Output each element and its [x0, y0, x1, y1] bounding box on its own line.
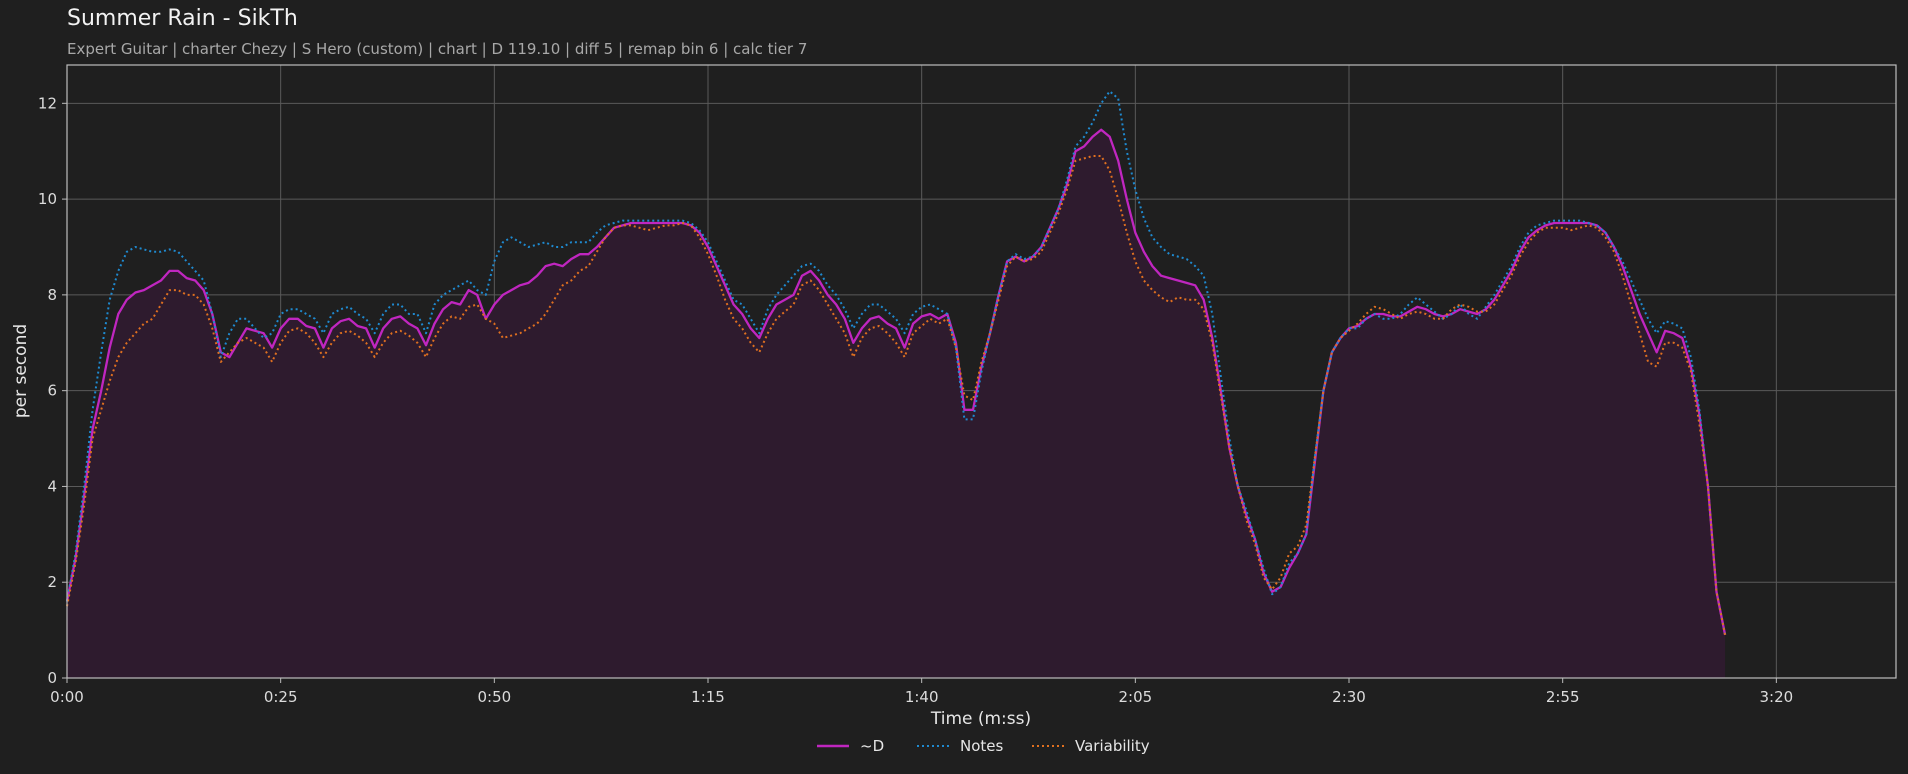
x-tick-label: 2:05 [1118, 688, 1152, 706]
x-tick-label: 1:40 [905, 688, 939, 706]
chart: 0:00 0:25 0:50 1:15 1:40 2:05 2:30 2:55 3:20 0 2 4… [11, 64, 1897, 755]
x-tick-label: 2:55 [1546, 688, 1580, 706]
legend: ~D Notes Variability [817, 737, 1150, 755]
y-tick-label: 8 [47, 286, 57, 304]
x-tick-label: 1:15 [691, 688, 725, 706]
x-tick-label: 0:25 [264, 688, 298, 706]
x-ticks: 0:00 0:25 0:50 1:15 1:40 2:05 2:30 2:55 3:20 [50, 678, 1793, 706]
x-axis-label: Time (m:ss) [930, 709, 1031, 729]
x-tick-label: 0:50 [477, 688, 511, 706]
y-axis-label: per second [11, 324, 31, 418]
legend-label: Notes [960, 737, 1004, 755]
x-tick-label: 3:20 [1760, 688, 1794, 706]
y-tick-label: 4 [47, 477, 57, 495]
series-area-0 [67, 129, 1726, 678]
y-tick-label: 10 [38, 190, 57, 208]
series-fill [67, 129, 1726, 678]
y-tick-label: 0 [47, 669, 57, 687]
legend-label: Variability [1075, 737, 1150, 755]
y-ticks: 0 2 4 6 8 10 12 [38, 94, 67, 687]
y-tick-label: 12 [38, 94, 57, 112]
x-tick-label: 0:00 [50, 688, 84, 706]
legend-label: ~D [860, 737, 884, 755]
y-tick-label: 6 [47, 382, 57, 400]
x-tick-label: 2:30 [1332, 688, 1366, 706]
y-tick-label: 2 [47, 573, 57, 591]
